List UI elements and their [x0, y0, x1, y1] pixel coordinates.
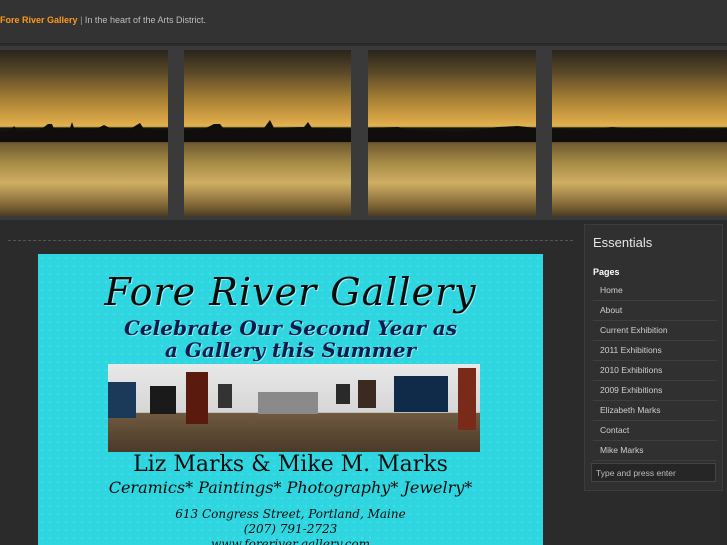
poster-artists: Liz Marks & Mike M. Marks: [133, 452, 448, 477]
site-title-link[interactable]: Fore River Gallery: [0, 15, 78, 25]
sidebar-link[interactable]: Elizabeth Marks: [600, 405, 660, 415]
gallery-interior-photo: [108, 364, 480, 452]
title-separator: |: [80, 15, 83, 25]
sidebar-link[interactable]: 2010 Exhibitions: [600, 365, 662, 375]
site-tagline: In the heart of the Arts District.: [84, 15, 206, 25]
site-header: Fore River Gallery | In the heart of the…: [0, 15, 206, 25]
header-photo-1: [0, 50, 168, 216]
sidebar-link[interactable]: Mike Marks: [600, 445, 643, 455]
poster-subtitle-line1: Celebrate Our Second Year as: [124, 316, 457, 340]
main-content: Fore River Gallery Celebrate Our Second …: [0, 222, 582, 545]
skyline-silhouette: [552, 127, 727, 142]
poster-title: Fore River Gallery: [104, 270, 477, 314]
poster-website: www.foreriver.gallery.com: [210, 537, 371, 545]
sidebar-link[interactable]: Home: [600, 285, 623, 295]
sidebar-item-2011-exhibitions[interactable]: 2011 Exhibitions: [593, 341, 717, 361]
header-photo-2: [184, 50, 351, 216]
header-photo-3: [368, 50, 536, 216]
exhibition-poster: Fore River Gallery Celebrate Our Second …: [38, 254, 543, 545]
sidebar-link[interactable]: Contact: [600, 425, 629, 435]
sidebar-item-contact[interactable]: Contact: [593, 421, 717, 441]
gallery-artworks: [108, 368, 476, 430]
sidebar-item-elizabeth-marks[interactable]: Elizabeth Marks: [593, 401, 717, 421]
sidebar-item-2010-exhibitions[interactable]: 2010 Exhibitions: [593, 361, 717, 381]
sidebar-link[interactable]: About: [600, 305, 622, 315]
sidebar-item-mike-marks[interactable]: Mike Marks: [593, 441, 717, 461]
skyline-silhouette: [0, 122, 168, 142]
skyline-silhouette: [184, 120, 351, 142]
sidebar: Essentials Pages Home About Current Exhi…: [584, 224, 723, 491]
sidebar-pages-heading: Pages: [593, 267, 620, 277]
poster-phone: (207) 791-2723: [243, 522, 338, 536]
poster-media: Ceramics* Paintings* Photography* Jewelr…: [108, 478, 473, 497]
content-divider: [8, 240, 573, 241]
sidebar-item-current-exhibition[interactable]: Current Exhibition: [593, 321, 717, 341]
sidebar-link[interactable]: Current Exhibition: [600, 325, 668, 335]
top-bar: Fore River Gallery | In the heart of the…: [0, 0, 727, 44]
header-photo-strip: [0, 46, 727, 220]
sidebar-item-home[interactable]: Home: [593, 281, 717, 301]
sidebar-item-2009-exhibitions[interactable]: 2009 Exhibitions: [593, 381, 717, 401]
sidebar-link[interactable]: 2011 Exhibitions: [600, 345, 662, 355]
sidebar-link[interactable]: 2009 Exhibitions: [600, 385, 662, 395]
search-input[interactable]: [591, 463, 716, 482]
sidebar-item-about[interactable]: About: [593, 301, 717, 321]
sidebar-pages-list: Home About Current Exhibition 2011 Exhib…: [593, 281, 717, 461]
header-photo-4: [552, 50, 727, 216]
skyline-silhouette: [368, 126, 536, 142]
poster-address: 613 Congress Street, Portland, Maine: [175, 507, 406, 521]
poster-subtitle-line2: a Gallery this Summer: [164, 338, 417, 362]
sidebar-title: Essentials: [593, 235, 653, 250]
